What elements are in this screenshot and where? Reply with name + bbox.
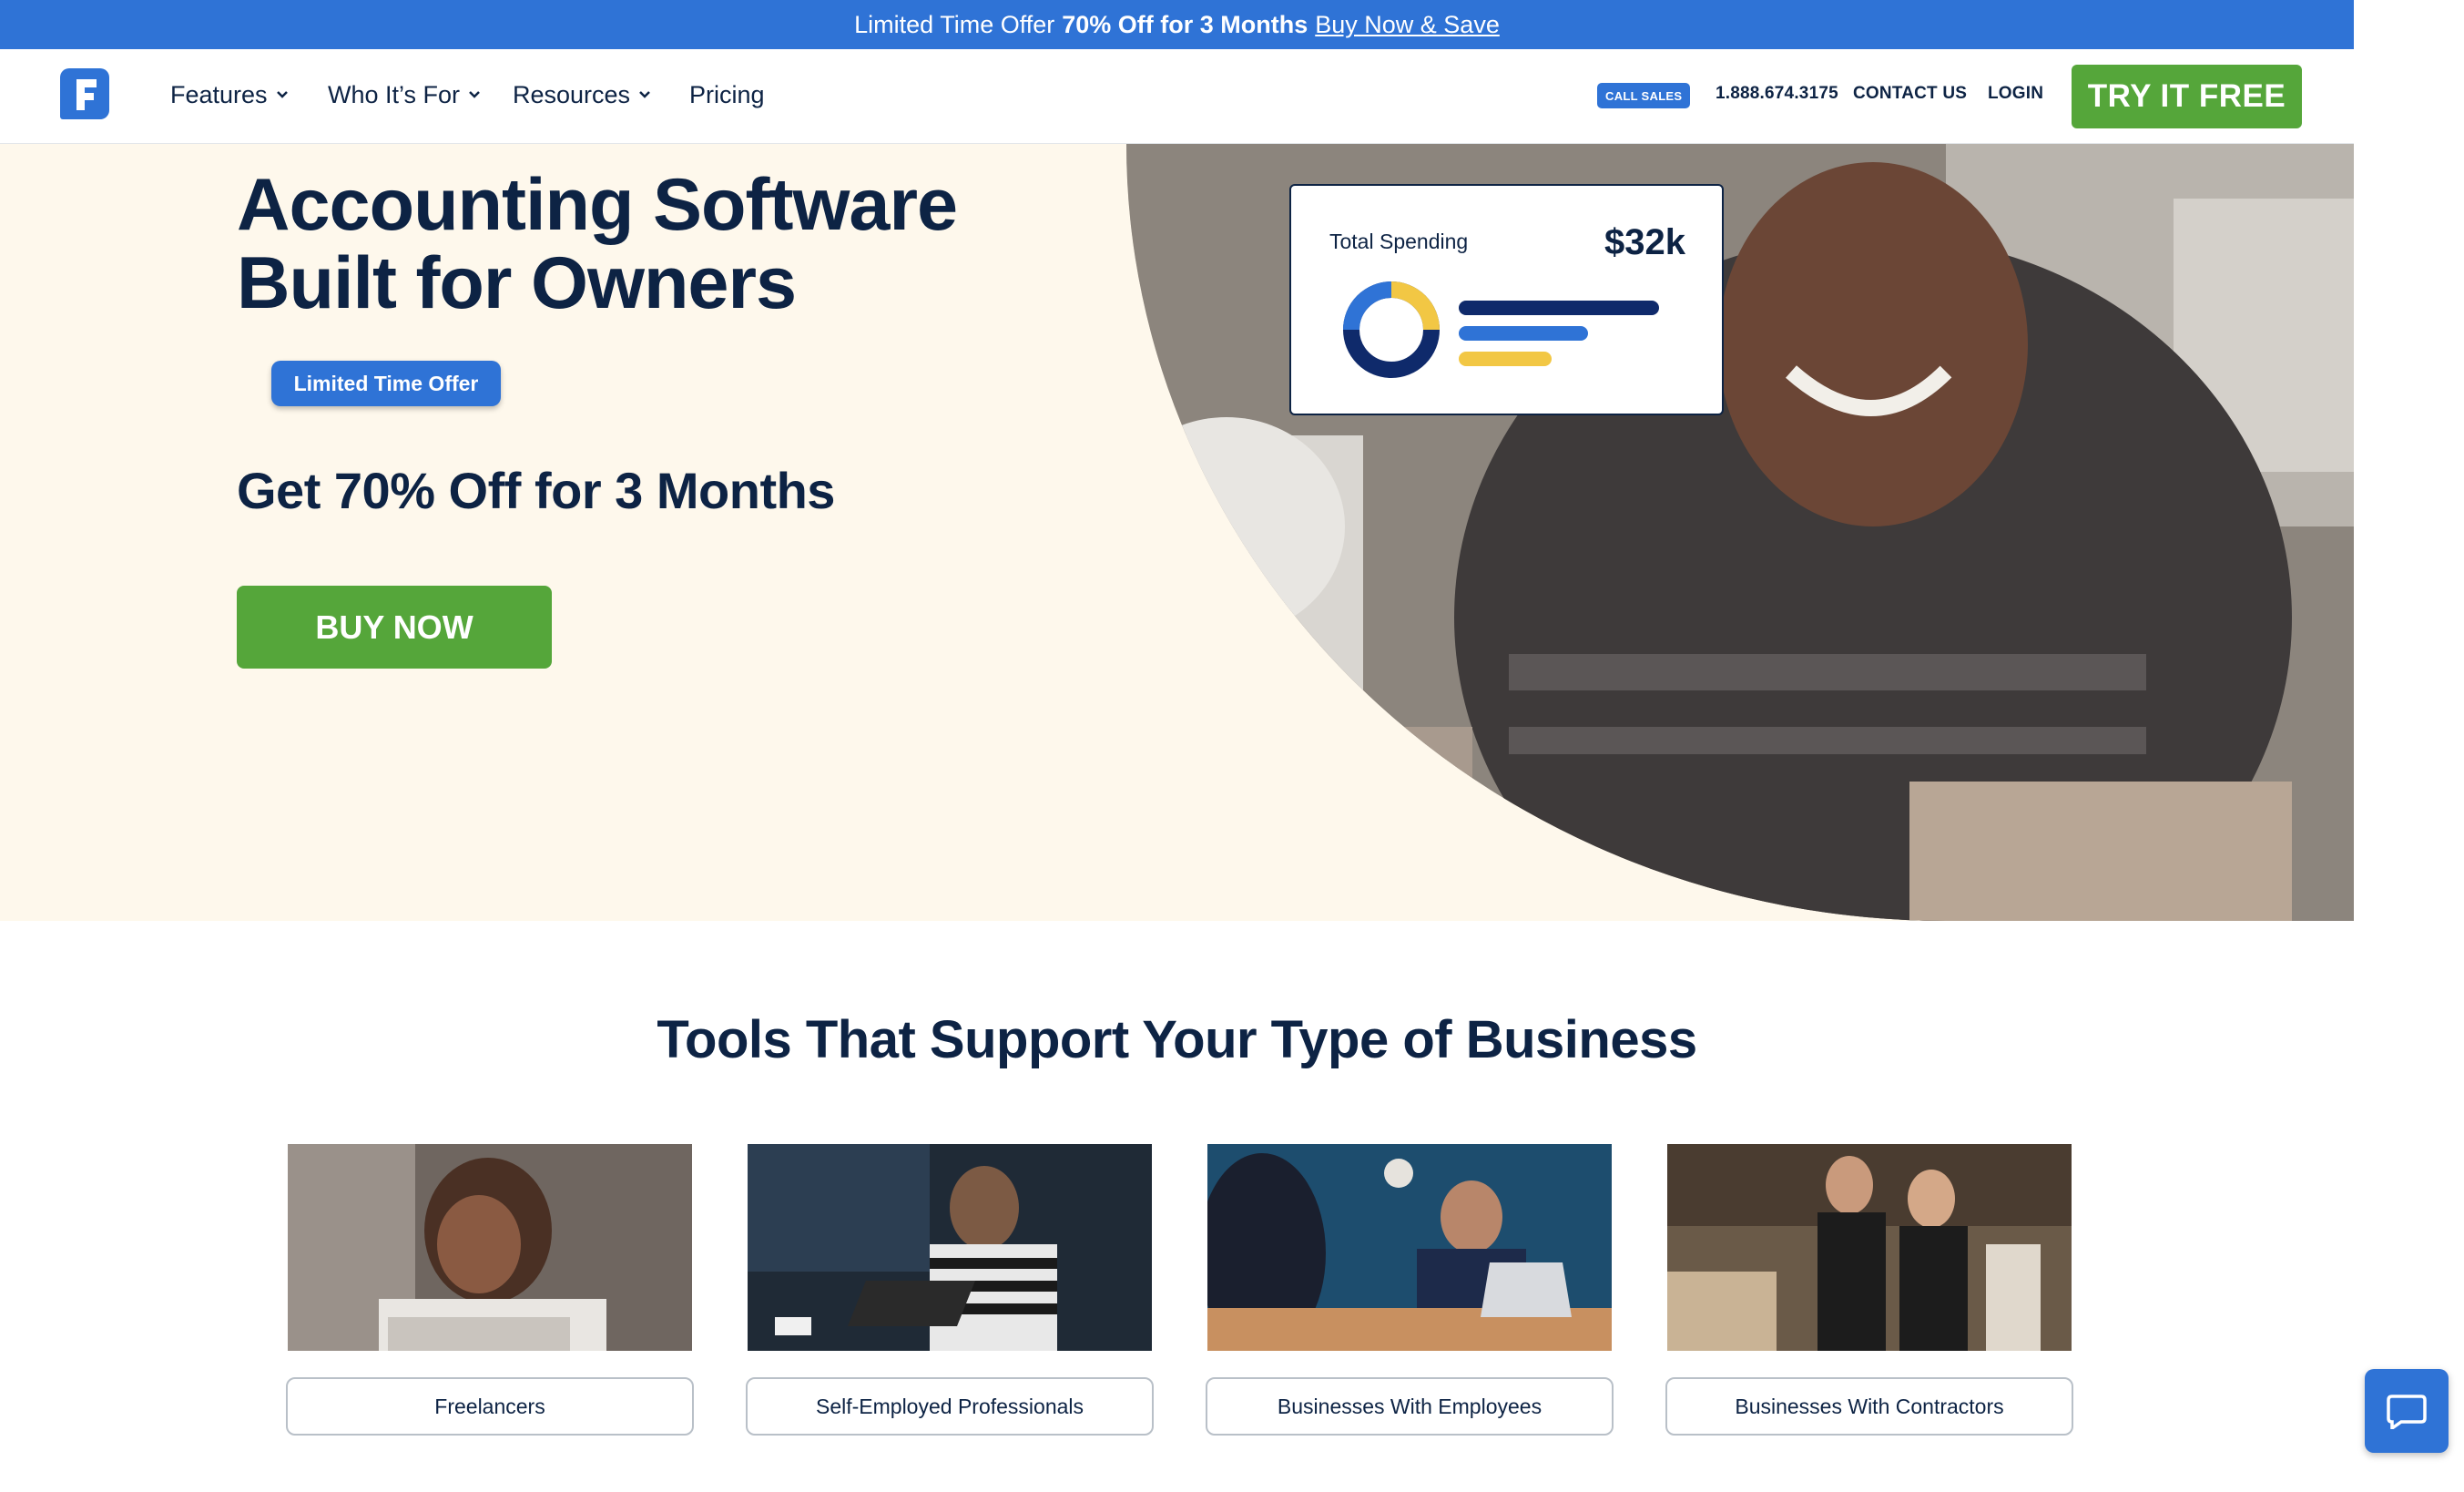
- freelancers-button[interactable]: Freelancers: [286, 1377, 694, 1436]
- donut-chart-icon: [1343, 281, 1440, 378]
- limited-offer-pill: Limited Time Offer: [271, 361, 501, 406]
- nav-resources-label: Resources: [513, 80, 631, 108]
- self-employed-photo: [748, 1144, 1152, 1351]
- contact-us-link[interactable]: CONTACT US: [1853, 84, 1967, 104]
- chevron-down-icon: [276, 91, 288, 98]
- total-spending-card: Total Spending $32k: [1289, 184, 1724, 415]
- chat-widget-button[interactable]: [2365, 1369, 2449, 1453]
- contractors-button[interactable]: Businesses With Contractors: [1665, 1377, 2073, 1436]
- hero-title: Accounting Software Built for Owners: [237, 164, 958, 324]
- promo-banner: Limited Time Offer 70% Off for 3 Months …: [0, 0, 2354, 49]
- hero-subtitle: Get 70% Off for 3 Months: [237, 462, 835, 519]
- spending-value: $32k: [1604, 222, 1685, 262]
- login-link[interactable]: LOGIN: [1988, 84, 2043, 104]
- contractors-photo: [1667, 1144, 2072, 1351]
- nav-features[interactable]: Features: [170, 77, 290, 113]
- promo-bold: 70% Off for 3 Months: [1062, 10, 1308, 38]
- buy-now-button[interactable]: BUY NOW: [237, 586, 552, 669]
- spend-bar-navy: [1459, 301, 1659, 315]
- chevron-down-icon: [469, 91, 480, 98]
- freelancer-photo: [288, 1144, 692, 1351]
- self-employed-button[interactable]: Self-Employed Professionals: [746, 1377, 1154, 1436]
- employees-button[interactable]: Businesses With Employees: [1206, 1377, 1614, 1436]
- nav-who-label: Who It’s For: [328, 80, 461, 108]
- nav-pricing[interactable]: Pricing: [689, 77, 765, 113]
- chevron-down-icon: [639, 91, 650, 98]
- tool-card-employees[interactable]: Businesses With Employees: [1206, 1144, 1614, 1436]
- call-sales-badge: CALL SALES: [1597, 83, 1691, 108]
- promo-link[interactable]: Buy Now & Save: [1315, 11, 1500, 39]
- nav-who-its-for[interactable]: Who It’s For: [328, 77, 482, 113]
- freshbooks-logo-icon[interactable]: [60, 68, 109, 119]
- nav-pricing-label: Pricing: [689, 80, 765, 108]
- hero-section: Accounting Software Built for Owners Lim…: [0, 144, 2354, 921]
- tools-heading: Tools That Support Your Type of Business: [657, 1010, 1697, 1069]
- spend-bar-blue: [1459, 326, 1588, 341]
- tool-card-self-employed[interactable]: Self-Employed Professionals: [746, 1144, 1154, 1436]
- chat-bubble-icon: [2387, 1395, 2427, 1429]
- try-it-free-button[interactable]: TRY IT FREE: [2072, 65, 2302, 128]
- spending-label: Total Spending: [1329, 230, 1469, 253]
- promo-lead: Limited Time Offer: [854, 10, 1055, 38]
- tool-card-contractors[interactable]: Businesses With Contractors: [1665, 1144, 2073, 1436]
- spend-bar-yellow: [1459, 352, 1552, 366]
- nav-features-label: Features: [170, 80, 268, 108]
- phone-link[interactable]: 1.888.674.3175: [1716, 84, 1838, 104]
- employees-photo: [1207, 1144, 1612, 1351]
- tool-card-freelancers[interactable]: Freelancers: [286, 1144, 694, 1436]
- main-nav: Features Who It’s For Resources Pricing …: [0, 49, 2354, 144]
- nav-resources[interactable]: Resources: [513, 77, 652, 113]
